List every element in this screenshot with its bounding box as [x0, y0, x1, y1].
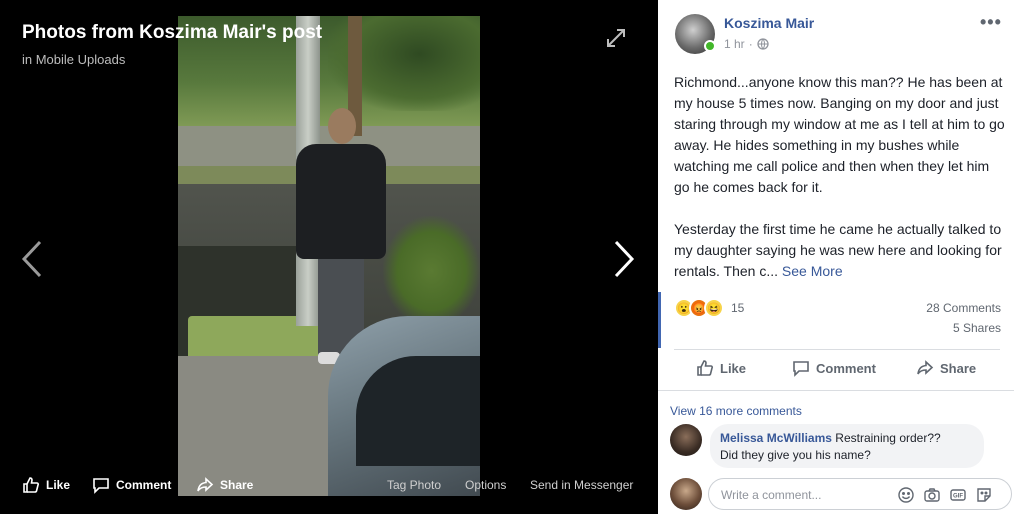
comment-text-line-2: Did they give you his name?	[720, 448, 871, 462]
photo-car-window	[356, 356, 480, 466]
reactions-summary[interactable]: 😮 😡 😆 15	[674, 298, 744, 318]
view-more-comments-link[interactable]: View 16 more comments	[670, 404, 802, 418]
thumbs-up-icon	[697, 360, 713, 376]
viewer-album-link[interactable]: in Mobile Uploads	[22, 52, 125, 67]
gif-icon[interactable]: GIF	[949, 486, 967, 504]
thumbs-up-icon	[23, 477, 39, 493]
current-user-avatar	[670, 478, 702, 510]
viewer-share-label: Share	[220, 478, 254, 492]
viewer-title: Photos from Koszima Mair's post	[22, 22, 323, 43]
comment-button[interactable]: Comment	[792, 359, 876, 377]
post-panel: Koszima Mair 1 hr · ••• Richmond...anyon…	[658, 0, 1014, 514]
viewer-comment-label: Comment	[116, 478, 172, 492]
viewer-like-label: Like	[46, 478, 71, 492]
send-in-messenger-link[interactable]: Send in Messenger	[530, 478, 633, 492]
comment-input-box[interactable]: GIF	[708, 478, 1012, 510]
svg-text:GIF: GIF	[953, 494, 963, 500]
viewer-share-button[interactable]: Share	[196, 476, 253, 494]
divider	[674, 349, 1000, 350]
share-icon	[917, 360, 934, 375]
haha-reaction-icon: 😆	[704, 298, 724, 318]
emoji-icon[interactable]	[897, 486, 915, 504]
share-button[interactable]: Share	[916, 359, 976, 377]
commenter-avatar[interactable]	[670, 424, 702, 456]
globe-icon[interactable]	[757, 38, 769, 50]
comment-line-1: Melissa McWilliams Restraining order??	[720, 430, 974, 447]
chevron-right-icon[interactable]	[606, 236, 640, 282]
photo-man-head	[328, 108, 356, 144]
comment-bubble: Melissa McWilliams Restraining order?? D…	[710, 424, 984, 468]
photo-viewer: Photos from Koszima Mair's post in Mobil…	[0, 0, 658, 514]
see-more-link[interactable]: See More	[782, 263, 843, 279]
online-status-dot	[704, 40, 716, 52]
viewer-like-button[interactable]: Like	[22, 476, 70, 494]
chevron-left-icon[interactable]	[16, 236, 50, 282]
more-options-icon[interactable]: •••	[980, 12, 1002, 33]
photo[interactable]	[178, 16, 480, 496]
share-icon	[197, 477, 214, 492]
comment-icon	[93, 478, 109, 494]
comment-input[interactable]	[721, 485, 891, 505]
post-paragraph-2: Yesterday the first time he came he actu…	[674, 219, 1006, 282]
viewer-comment-button[interactable]: Comment	[92, 476, 171, 494]
comment-composer: GIF	[658, 474, 1014, 514]
comment-author[interactable]: Melissa McWilliams	[720, 431, 832, 445]
tag-photo-link[interactable]: Tag Photo	[387, 478, 441, 492]
post-timestamp[interactable]: 1 hr	[724, 37, 745, 51]
post-text: Richmond...anyone know this man?? He has…	[674, 72, 1006, 282]
post-meta: 1 hr ·	[724, 37, 769, 51]
sticker-icon[interactable]	[975, 486, 993, 504]
like-label: Like	[720, 360, 747, 376]
post-actions: Like Comment Share	[658, 352, 1014, 388]
divider	[658, 390, 1014, 391]
shares-count[interactable]: 5 Shares	[953, 321, 1001, 335]
meta-separator: ·	[748, 37, 753, 51]
comment-text: Restraining order??	[835, 431, 941, 445]
post-paragraph-1: Richmond...anyone know this man?? He has…	[674, 74, 1005, 195]
comment-icon	[793, 361, 809, 377]
photo-man-jacket	[296, 144, 386, 259]
share-label: Share	[940, 360, 977, 376]
expand-icon[interactable]	[604, 26, 628, 50]
viewer-bottom-bar: Like Comment Share Tag Photo Options Sen…	[0, 470, 658, 500]
photo-bush	[383, 216, 480, 326]
post-author[interactable]: Koszima Mair	[724, 15, 814, 31]
reaction-count[interactable]: 15	[731, 301, 744, 315]
comments-count[interactable]: 28 Comments	[926, 301, 1001, 315]
comment-label: Comment	[816, 360, 876, 376]
options-link[interactable]: Options	[465, 478, 506, 492]
accent-line	[658, 292, 661, 348]
camera-icon[interactable]	[923, 486, 941, 504]
like-button[interactable]: Like	[696, 359, 746, 377]
